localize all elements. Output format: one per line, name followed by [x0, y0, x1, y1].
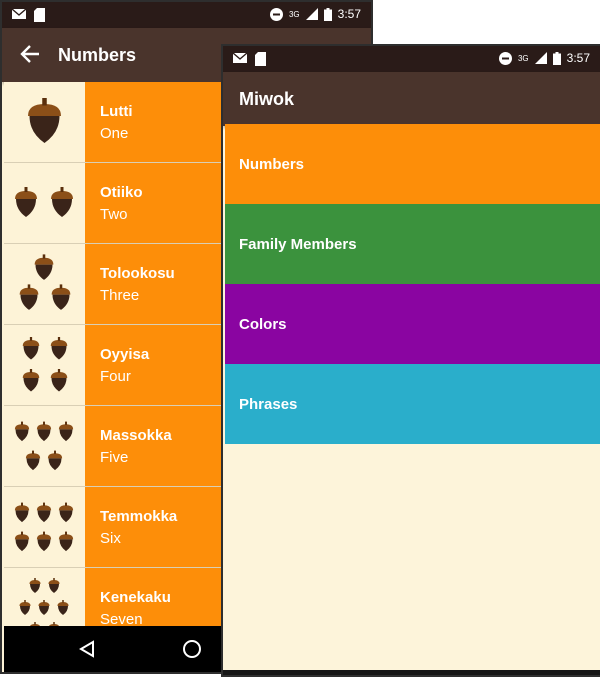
sd-card-icon [34, 8, 45, 22]
miwok-word: Kenekaku [100, 589, 171, 606]
sd-card-icon [255, 52, 266, 66]
category-family-members[interactable]: Family Members [225, 204, 600, 284]
signal-icon [534, 52, 547, 64]
arrow-left-icon[interactable] [20, 45, 40, 63]
miwok-word: Lutti [100, 103, 133, 120]
do-not-disturb-icon [269, 7, 283, 21]
miwok-word: Tolookosu [100, 265, 175, 282]
english-word: One [100, 125, 129, 142]
acorn-image [4, 163, 85, 243]
english-word: Six [100, 530, 121, 547]
english-word: Two [100, 206, 128, 223]
english-word: Three [100, 287, 140, 304]
english-word: Seven [100, 611, 143, 626]
do-not-disturb-icon [498, 51, 512, 65]
acorn-image [4, 487, 85, 567]
acorn-image [4, 244, 85, 324]
page-title: Numbers [58, 45, 137, 65]
back-triangle-icon[interactable] [78, 640, 96, 658]
status-time: 3:57 [566, 51, 590, 65]
acorn-image [4, 82, 85, 162]
miwok-word: Massokka [100, 427, 172, 444]
battery-icon [552, 51, 561, 65]
main-toolbar: Miwok [223, 72, 600, 126]
status-bar: 3G 3:57 [223, 46, 600, 72]
category-colors[interactable]: Colors [225, 284, 600, 364]
english-word: Five [100, 449, 129, 466]
status-time: 3:57 [337, 7, 361, 21]
mail-notification-icon [233, 52, 247, 63]
signal-icon [305, 8, 318, 20]
app-title: Miwok [239, 89, 295, 109]
category-label: Colors [239, 316, 287, 333]
network-type: 3G [288, 9, 300, 19]
english-word: Four [100, 368, 131, 385]
category-label: Numbers [239, 156, 305, 173]
miwok-main-screen: 3G 3:57 Miwok Numbers Family Members Col… [221, 44, 600, 677]
navigation-bar-edge [223, 670, 600, 675]
mail-notification-icon [12, 8, 26, 19]
category-label: Family Members [239, 236, 357, 253]
category-label: Phrases [239, 396, 298, 413]
acorn-image [4, 406, 85, 486]
miwok-word: Otiiko [100, 184, 143, 201]
miwok-word: Oyyisa [100, 346, 150, 363]
status-bar: 3G 3:57 [2, 2, 371, 28]
miwok-word: Temmokka [100, 508, 178, 525]
network-type: 3G [517, 53, 529, 63]
acorn-image [4, 568, 85, 626]
acorn-image [4, 325, 85, 405]
category-phrases[interactable]: Phrases [225, 364, 600, 444]
category-numbers[interactable]: Numbers [225, 124, 600, 204]
battery-icon [323, 7, 332, 21]
home-circle-icon[interactable] [182, 639, 202, 659]
